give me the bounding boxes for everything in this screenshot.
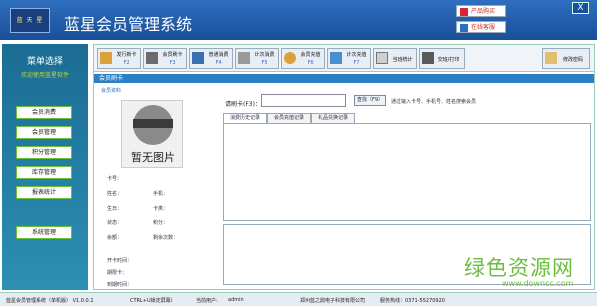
status-company: 郑州蓝之鼎电子科技有限公司 [300,298,366,304]
card-icon [146,52,158,64]
watermark-text: 绿色资源网 [464,256,574,280]
key-icon [545,52,557,64]
close-button[interactable]: X [572,2,589,14]
shift-stats-button[interactable]: 当班统计 [373,48,417,69]
balance-label: 余额： [107,235,123,241]
open-time-label: 开卡时间： [107,258,133,264]
normal-consume-button[interactable]: 普通消费 F4 [189,48,233,69]
status-label: 状态： [107,220,123,226]
status-user-label: 当前用户: [196,298,218,304]
remaining-times-label: 剩余次数： [153,235,179,241]
watermark-url: www.downcc.com [502,279,574,288]
sidebar-item-stock[interactable]: 库存管理 [16,166,72,179]
logo-text: 蓝 天 星 [16,17,44,24]
status-phone: 服务热线：0371-55270920 [380,298,445,304]
status-app-version: 蓝星会员管理系统（单机版） V1.0.0.1 [6,298,94,304]
handover-print-button[interactable]: 交班/打印 [419,48,465,69]
sidebar-item-members[interactable]: 会员管理 [16,126,72,139]
close-icon: X [577,3,584,13]
change-password-button[interactable]: 修改密码 [542,48,590,69]
chat-icon [460,24,468,32]
due-time-label: 到期时间： [107,282,133,288]
panel-title: 会员刷卡 [94,74,594,83]
app-title: 蓝星会员管理系统 [64,15,193,34]
sidebar: 菜单选择 欢迎使用蓝星软件 会员消费 会员管理 积分管理 库存管理 报表统计 系… [2,44,88,290]
name-label: 姓名： [107,191,123,197]
sidebar-item-system[interactable]: 系统管理 [16,226,72,239]
search-hint: 通过输入卡号、手机号、姓名搜索会员 [391,99,477,105]
card-input[interactable] [261,94,346,107]
title-bar: 蓝 天 星 蓝星会员管理系统 产品购买 在线客服 X [0,0,597,40]
sidebar-item-reports[interactable]: 报表统计 [16,186,72,199]
sidebar-heading: 菜单选择 [26,57,63,67]
member-recharge-button[interactable]: 会员充值 F6 [281,48,325,69]
swipe-card-button[interactable]: 会员刷卡 F3 [143,48,187,69]
phone-label: 手机： [153,191,169,197]
service-link[interactable]: 在线客服 [456,21,506,33]
member-photo: 暂无图片 [121,100,183,168]
sidebar-item-consume[interactable]: 会员消费 [16,106,72,119]
birthday-label: 生日： [107,206,123,212]
sidebar-item-points[interactable]: 积分管理 [16,146,72,159]
card-type-label: 卡类： [153,206,169,212]
count-icon [238,52,250,64]
status-user: admin [228,297,244,303]
new-card-button[interactable]: 发行新卡 F2 [97,48,141,69]
section-member-info: 会员资料 [101,88,122,94]
consume-icon [192,52,204,64]
expire-card-label: 期限卡： [107,270,128,276]
cart-icon [460,8,468,16]
toolbar: 发行新卡 F2 会员刷卡 F3 普通消费 F4 计次消费 F5 会员充值 F6 … [94,45,594,72]
photo-placeholder-text: 暂无图片 [131,151,175,164]
count-recharge-button[interactable]: 计次充值 F7 [327,48,371,69]
buy-link[interactable]: 产品购买 [456,5,506,17]
new-card-icon [100,52,112,64]
status-bar: 蓝星会员管理系统（单机版） V1.0.0.1 CTRL+U锁定屏幕） 当前用户:… [0,292,597,306]
recharge-icon [330,52,342,64]
card-no-label: 卡号： [107,176,123,182]
points-label: 积分： [153,220,169,226]
sidebar-subtitle: 欢迎使用蓝星软件 [20,72,69,79]
app-logo: 蓝 天 星 [10,8,50,33]
printer-icon [422,52,434,64]
count-consume-button[interactable]: 计次消费 F5 [235,48,279,69]
find-button[interactable]: 查找（F9） [354,95,386,106]
status-lock-hint: CTRL+U锁定屏幕） [130,298,176,304]
swipe-card-label: 请刷卡(F3)： [225,101,261,108]
coin-icon [284,52,296,64]
history-grid[interactable] [223,123,591,221]
stats-icon [376,52,388,64]
